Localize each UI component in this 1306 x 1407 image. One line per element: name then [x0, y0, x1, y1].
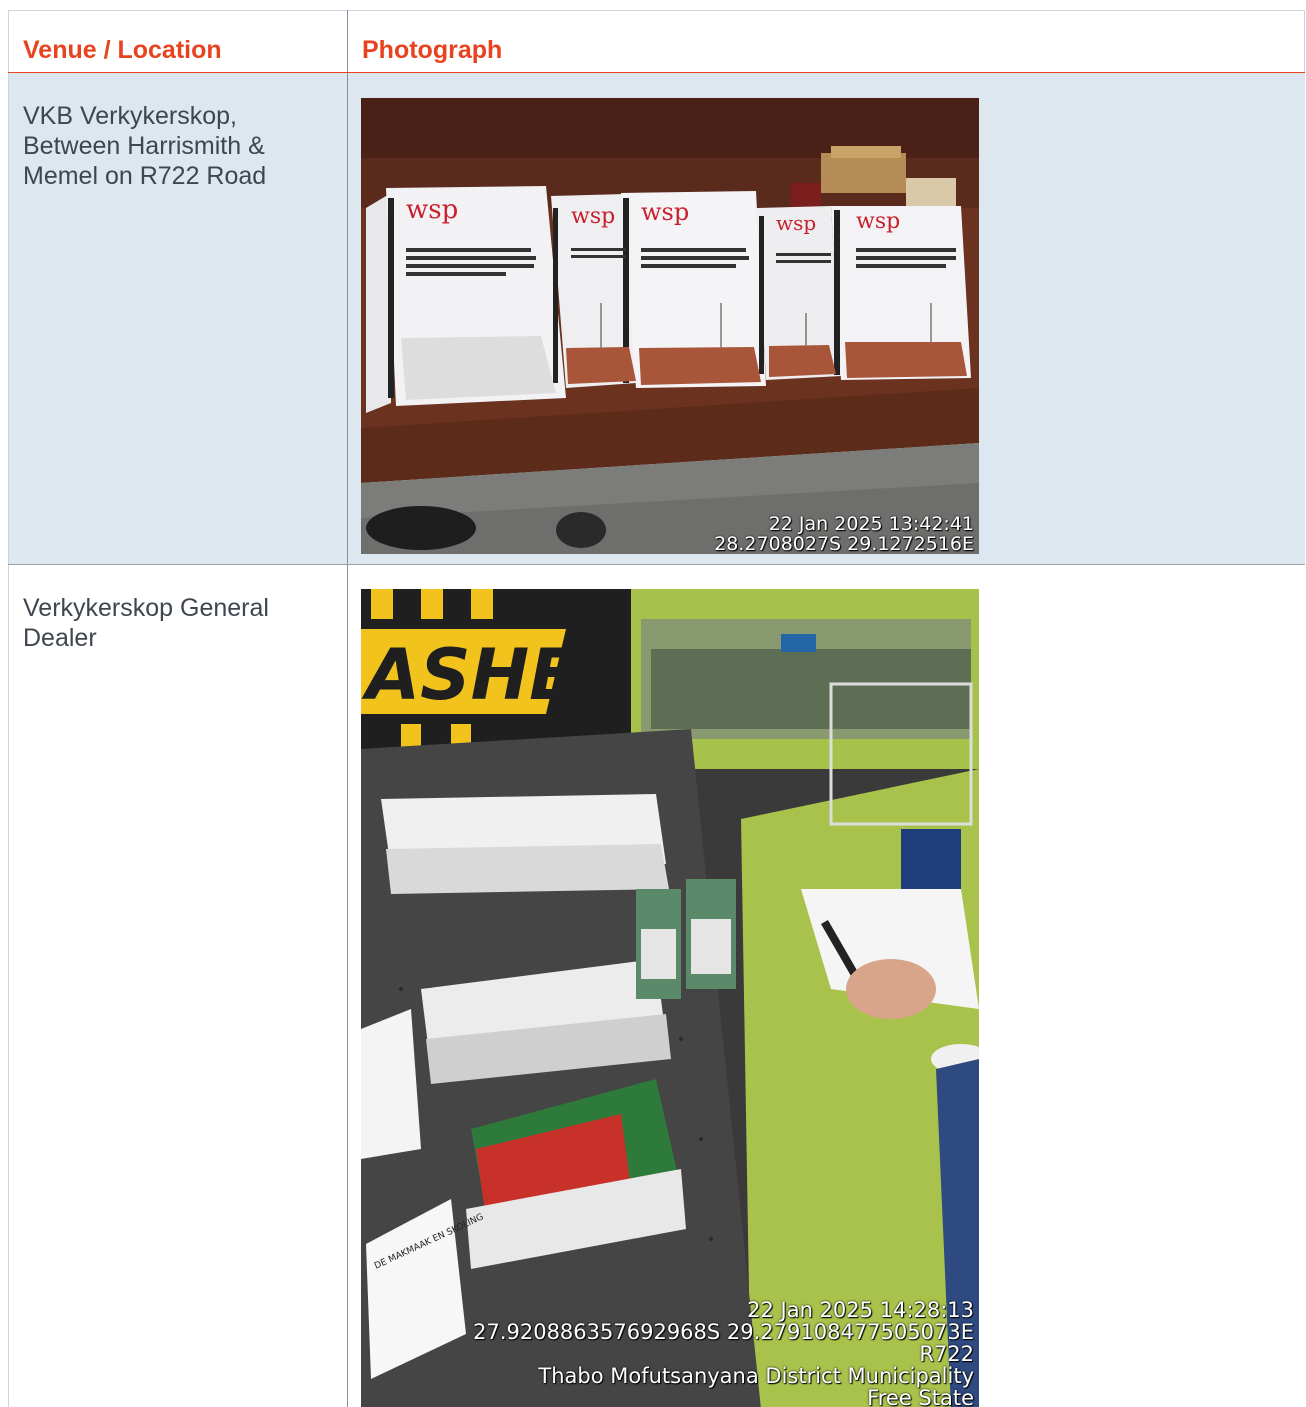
- documents-on-table-image: wsp wsp wsp wsp wsp: [361, 98, 979, 554]
- photo-coordinates: 27.920886357692968S 29.279108477505073E: [473, 1320, 974, 1344]
- venue-column-header: Venue / Location: [8, 10, 348, 73]
- document-page: Venue / Location Photograph VKB Verkyker…: [0, 0, 1306, 1407]
- venue-location-text: Verkykerskop General Dealer: [23, 594, 269, 652]
- venue-photo-table: Venue / Location Photograph VKB Verkyker…: [8, 10, 1305, 1407]
- photo-coordinates: 28.2708027S 29.1272516E: [714, 533, 974, 554]
- venue-cell: Verkykerskop General Dealer: [8, 564, 348, 1407]
- photo-province: Free State: [867, 1386, 974, 1407]
- venue-photo-general-dealer: ASHER DE MAKMAAK EN SKOLING 22 Jan 2025 …: [361, 589, 979, 1407]
- svg-text:wsp: wsp: [571, 204, 615, 229]
- table-row: Verkykerskop General Dealer ASHER DE MAK…: [8, 564, 1305, 1407]
- svg-text:wsp: wsp: [856, 209, 900, 234]
- svg-text:wsp: wsp: [406, 195, 458, 225]
- venue-photo-vkb: wsp wsp wsp wsp wsp 22 Jan 2025 13:42:41…: [361, 98, 979, 554]
- photo-date-time: 22 Jan 2025 13:42:41: [768, 513, 974, 535]
- photo-timestamp-overlay: 22 Jan 2025 14:28:13 27.920886357692968S…: [473, 1299, 974, 1407]
- photo-timestamp-overlay: 22 Jan 2025 13:42:41 28.2708027S 29.1272…: [714, 514, 974, 554]
- photo-road: R722: [919, 1342, 974, 1366]
- svg-text:wsp: wsp: [641, 198, 689, 226]
- table-header-row: Venue / Location Photograph: [8, 10, 1305, 73]
- photo-cell: ASHER DE MAKMAAK EN SKOLING 22 Jan 2025 …: [347, 564, 1305, 1407]
- photo-district: Thabo Mofutsanyana District Municipality: [538, 1364, 974, 1388]
- venue-location-text: VKB Verkykerskop, Between Harrismith & M…: [23, 102, 267, 190]
- shop-sign-text: ASHER: [361, 634, 631, 716]
- store-display-image: ASHER DE MAKMAAK EN SKOLING: [361, 589, 979, 1407]
- report-covers: wsp wsp wsp wsp wsp: [366, 186, 971, 413]
- svg-text:wsp: wsp: [776, 211, 816, 235]
- photograph-column-header: Photograph: [347, 10, 1305, 73]
- table-row: VKB Verkykerskop, Between Harrismith & M…: [8, 72, 1305, 565]
- photo-date-time: 22 Jan 2025 14:28:13: [747, 1298, 974, 1322]
- venue-cell: VKB Verkykerskop, Between Harrismith & M…: [8, 72, 348, 565]
- photo-cell: wsp wsp wsp wsp wsp 22 Jan 2025 13:42:41…: [347, 72, 1305, 565]
